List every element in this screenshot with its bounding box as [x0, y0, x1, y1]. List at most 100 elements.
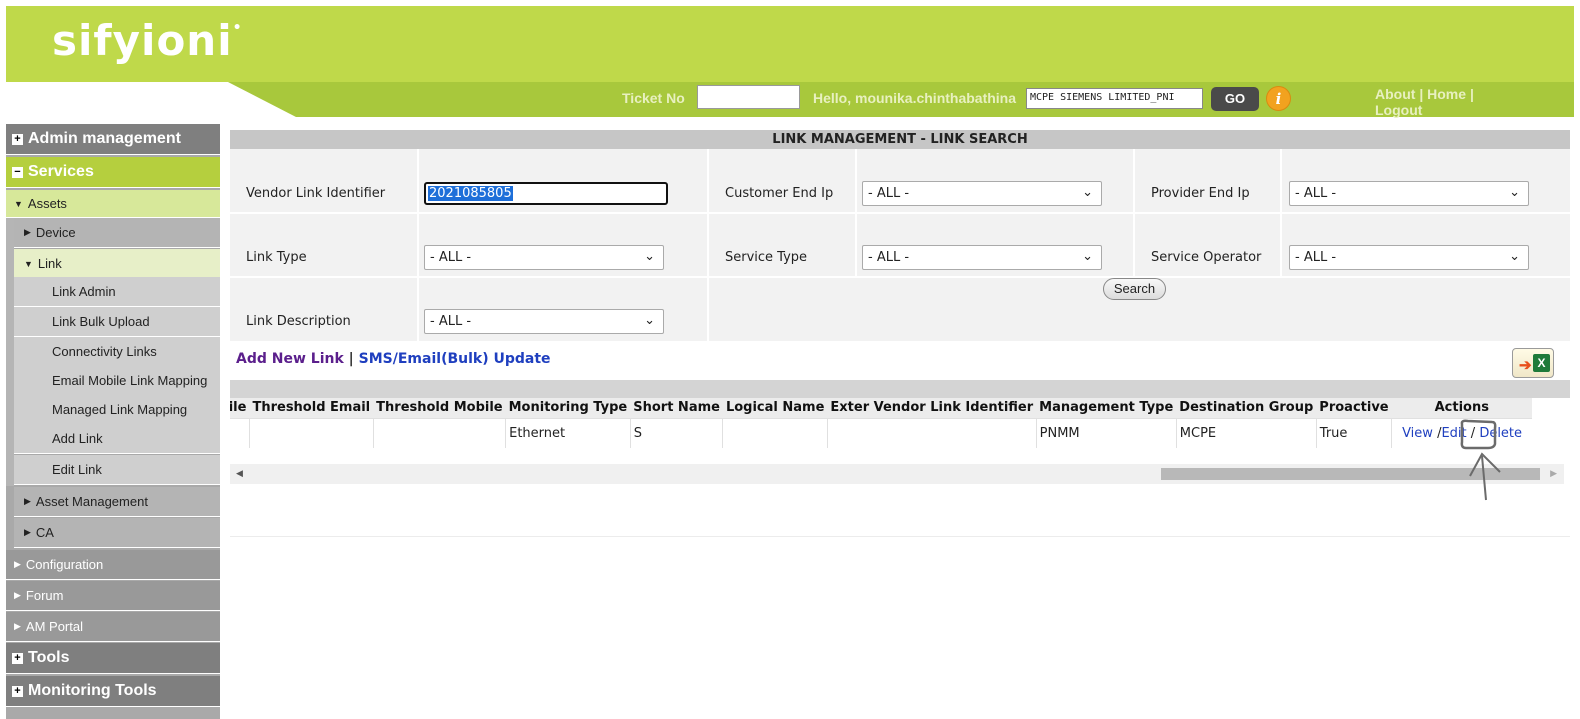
link-description-label: Link Description [246, 314, 351, 329]
sidebar-asset-management-label: Asset Management [35, 494, 148, 509]
caret-right-icon: ▶ [14, 559, 21, 569]
provider-end-ip-select[interactable]: - ALL - ⌄ [1289, 181, 1529, 206]
sms-email-bulk-update-link[interactable]: SMS/Email(Bulk) Update [359, 351, 551, 367]
caret-right-icon: ▶ [24, 527, 31, 537]
service-type-select[interactable]: - ALL - ⌄ [862, 245, 1102, 270]
table-cell [248, 417, 374, 448]
annotation-arrow-icon [1460, 419, 1501, 501]
results-header-strip [230, 380, 1570, 398]
col-divider [1133, 149, 1135, 277]
scroll-right-icon[interactable]: ▶ [1550, 468, 1557, 479]
caret-down-icon: ▼ [14, 198, 23, 209]
caret-right-icon: ▶ [14, 621, 21, 631]
caret-down-icon: ▼ [24, 258, 33, 269]
info-icon[interactable]: i [1266, 86, 1291, 111]
sidebar-device[interactable]: ▶ Device [14, 218, 220, 248]
col-header: Destination Group [1176, 398, 1317, 418]
service-type-label: Service Type [725, 250, 808, 265]
sidebar-services[interactable]: − Services [6, 157, 220, 188]
sidebar-monitoring-tools[interactable]: + Monitoring Tools [6, 676, 220, 707]
table-cell: True [1315, 417, 1392, 448]
sidebar-tools[interactable]: + Tools [6, 643, 220, 674]
excel-export-icon[interactable]: ➔ X [1512, 348, 1554, 378]
about-link[interactable]: About [1375, 86, 1415, 102]
link-description-select[interactable]: - ALL - ⌄ [424, 309, 664, 334]
sidebar-ca[interactable]: ▶ CA [14, 518, 220, 548]
customer-end-ip-select[interactable]: - ALL - ⌄ [862, 181, 1102, 206]
sidebar-tools-label: Tools [28, 649, 70, 666]
horizontal-scrollbar[interactable]: ◀ ▶ [230, 464, 1564, 484]
table-cell [230, 417, 250, 448]
customer-end-ip-label: Customer End Ip [725, 186, 834, 201]
sidebar-configuration[interactable]: ▶ Configuration [6, 550, 220, 580]
col-header: Short Name [630, 398, 723, 418]
scroll-left-icon[interactable]: ◀ [236, 468, 243, 479]
add-new-link[interactable]: Add New Link [236, 351, 344, 367]
view-link[interactable]: View [1402, 426, 1433, 441]
vendor-link-input[interactable]: 2021085805 [424, 182, 668, 205]
home-link[interactable]: Home [1427, 86, 1466, 102]
customer-select[interactable]: MCPE SIEMENS LIMITED_PNI [1026, 88, 1203, 109]
table-cell [722, 417, 828, 448]
vendor-link-value: 2021085805 [428, 186, 513, 201]
link-type-value: - ALL - [430, 250, 472, 265]
sidebar-link[interactable]: ▼ Link [14, 249, 220, 279]
col-divider [1280, 149, 1282, 277]
col-header: bile [230, 398, 250, 418]
table-row: Ethernet S PNMM MCPE True View /Edit / D… [230, 417, 1532, 448]
sidebar-email-mobile-link-mapping[interactable]: Email Mobile Link Mapping [14, 366, 220, 396]
ticket-input[interactable] [697, 85, 800, 109]
sidebar-link-admin[interactable]: Link Admin [14, 277, 220, 307]
plus-icon: + [12, 652, 23, 664]
chevron-down-icon: ⌄ [644, 249, 655, 264]
table-cell [826, 417, 1037, 448]
row-divider [230, 212, 1570, 214]
col-header: Threshold Email [249, 398, 374, 418]
table-header-row: bile Threshold Email Threshold Mobile Mo… [230, 398, 1532, 418]
chevron-down-icon: ⌄ [1082, 185, 1093, 200]
vendor-link-label: Vendor Link Identifier [246, 186, 386, 201]
sidebar-am-portal[interactable]: ▶ AM Portal [6, 612, 220, 642]
col-header: Monitoring Type [505, 398, 631, 418]
logout-link[interactable]: Logout [1375, 102, 1422, 118]
plus-icon: + [12, 685, 23, 697]
header-wedge [6, 82, 296, 117]
sidebar-assets[interactable]: ▼ Assets [6, 190, 220, 218]
col-divider [855, 149, 857, 277]
go-button[interactable]: GO [1211, 87, 1259, 111]
sidebar-managed-link-mapping[interactable]: Managed Link Mapping [14, 395, 220, 425]
search-button[interactable]: Search [1103, 278, 1166, 300]
sidebar-link-bulk-upload[interactable]: Link Bulk Upload [14, 307, 220, 337]
page-title: LINK MANAGEMENT - LINK SEARCH [230, 130, 1570, 149]
sidebar-services-label: Services [28, 163, 94, 180]
col-divider [417, 149, 419, 341]
col-header: Management Type [1036, 398, 1177, 418]
sidebar-configuration-label: Configuration [25, 557, 104, 572]
sidebar-ca-label: CA [35, 525, 54, 540]
chevron-down-icon: ⌄ [1509, 249, 1520, 264]
sidebar-forum[interactable]: ▶ Forum [6, 581, 220, 611]
sidebar-admin-management[interactable]: + Admin management [6, 124, 220, 155]
links-separator: | [348, 351, 354, 367]
service-operator-select[interactable]: - ALL - ⌄ [1289, 245, 1529, 270]
results-table: bile Threshold Email Threshold Mobile Mo… [230, 398, 1532, 448]
results-table-viewport: bile Threshold Email Threshold Mobile Mo… [230, 398, 1562, 450]
sidebar-add-link[interactable]: Add Link [14, 424, 220, 454]
row-divider [230, 276, 1570, 278]
link-type-select[interactable]: - ALL - ⌄ [424, 245, 664, 270]
table-cell: Ethernet [505, 417, 631, 448]
col-header: Exter Vendor Link Identifier [827, 398, 1037, 418]
sidebar-connectivity-links[interactable]: Connectivity Links [14, 337, 220, 367]
sidebar-monitoring-tools-label: Monitoring Tools [28, 682, 157, 699]
sify-logo[interactable]: sifyioni• [52, 16, 243, 65]
chevron-down-icon: ⌄ [1509, 185, 1520, 200]
col-header: Logical Name [722, 398, 828, 418]
sidebar-edit-link[interactable]: Edit Link [14, 455, 220, 485]
excel-x-icon: X [1533, 354, 1550, 372]
header-banner: sifyioni• [6, 6, 1574, 82]
sidebar-asset-management[interactable]: ▶ Asset Management [14, 487, 220, 517]
col-divider [707, 149, 709, 341]
caret-right-icon: ▶ [24, 496, 31, 506]
customer-end-ip-value: - ALL - [868, 186, 910, 201]
ticket-label: Ticket No [622, 90, 685, 106]
